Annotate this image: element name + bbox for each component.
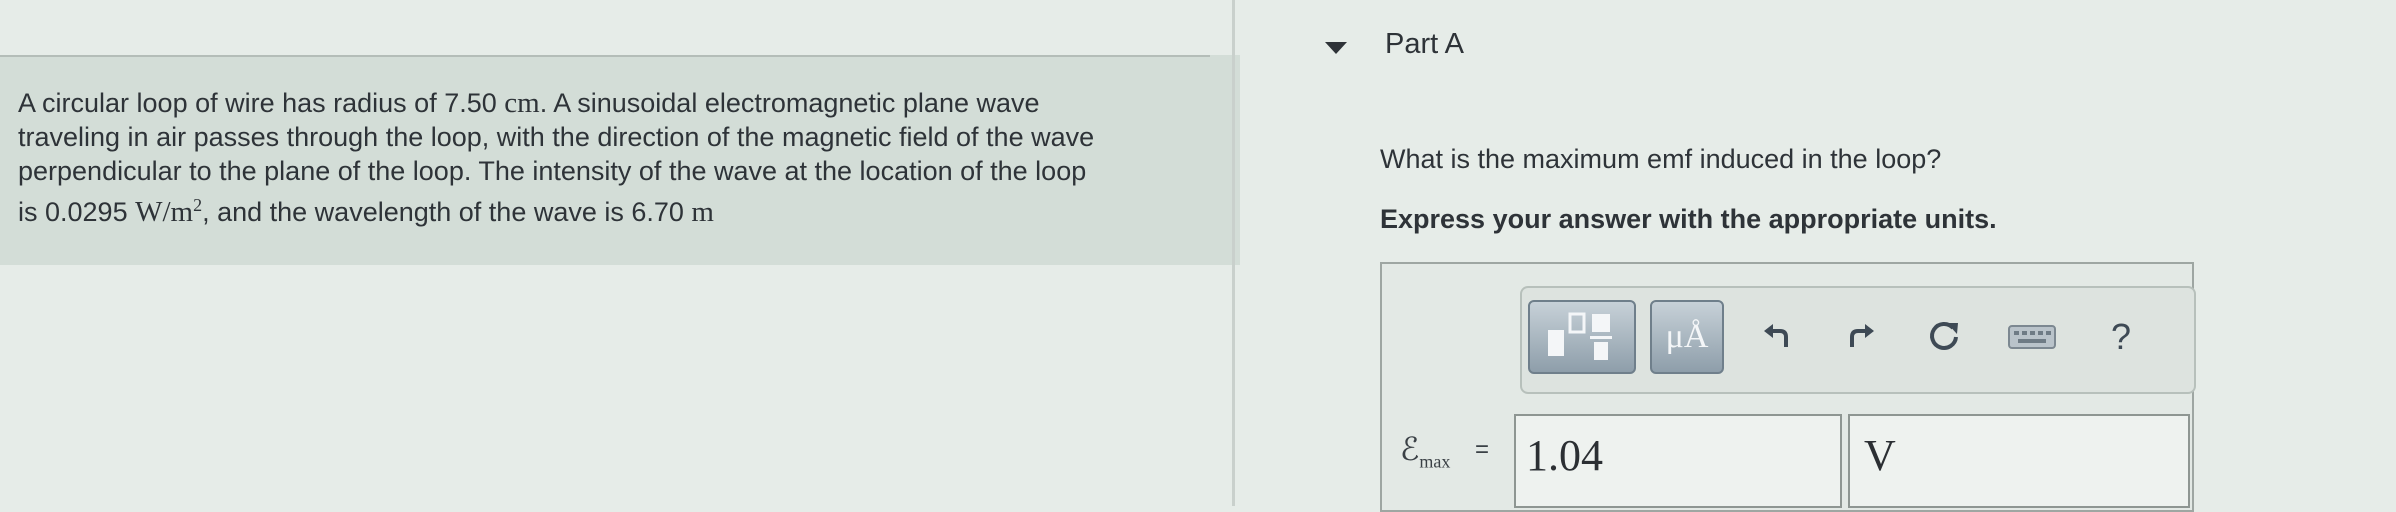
undo-button[interactable] xyxy=(1752,300,1804,374)
instruction-text: Express your answer with the appropriate… xyxy=(1380,204,1997,234)
help-icon: ? xyxy=(2110,316,2132,357)
emax-label: ℰmax xyxy=(1400,431,1451,472)
units-icon: μÅ xyxy=(1665,318,1709,355)
keyboard-icon xyxy=(2008,325,2056,349)
problem-statement: A circular loop of wire has radius of 7.… xyxy=(18,86,1218,229)
help-button[interactable]: ? xyxy=(2096,300,2146,374)
problem-line-3: perpendicular to the plane of the loop. … xyxy=(18,156,1087,186)
problem-line-2: traveling in air passes through the loop… xyxy=(18,122,1095,152)
reset-button[interactable] xyxy=(1918,300,1970,374)
wavelength-unit: m xyxy=(691,196,714,228)
part-title: Part A xyxy=(1385,28,1464,60)
answer-value-input[interactable]: 1.04 xyxy=(1514,414,1842,508)
templates-icon xyxy=(1548,312,1612,360)
column-divider xyxy=(1232,0,1235,506)
intensity-unit: W/m xyxy=(135,196,194,228)
question-text: What is the maximum emf induced in the l… xyxy=(1380,144,1942,174)
answer-unit-input[interactable]: V xyxy=(1848,414,2190,508)
problem-line-4: is 0.0295 W/m2, and the wavelength of th… xyxy=(18,195,714,228)
problem-line-1: A circular loop of wire has radius of 7.… xyxy=(18,87,1040,119)
keyboard-button[interactable] xyxy=(2004,300,2060,374)
redo-button[interactable] xyxy=(1834,300,1886,374)
templates-button[interactable] xyxy=(1528,300,1636,374)
radius-unit: cm xyxy=(504,87,540,119)
collapse-chevron-icon[interactable] xyxy=(1325,42,1347,54)
equals-sign: = xyxy=(1475,436,1490,463)
reset-icon xyxy=(1930,322,1958,350)
problem-divider xyxy=(0,55,1210,57)
redo-icon xyxy=(1850,324,1874,347)
units-button[interactable]: μÅ xyxy=(1650,300,1724,374)
intensity-unit-exponent: 2 xyxy=(193,195,203,215)
undo-icon xyxy=(1764,324,1788,347)
